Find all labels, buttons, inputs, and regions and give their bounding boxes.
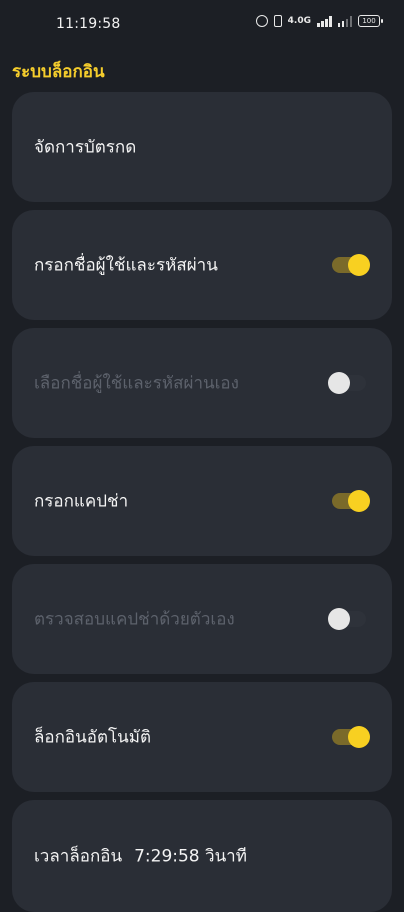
status-icons: 4.0G 100 — [255, 15, 383, 27]
login-time-row[interactable]: เวลาล็อกอิน 7:29:58 วินาที — [12, 800, 392, 912]
status-bar: 11:19:58 4.0G 100 — [0, 0, 404, 52]
alarm-icon — [255, 15, 268, 27]
fill-captcha-row[interactable]: กรอกแคปช่า — [12, 446, 392, 556]
fill-captcha-toggle[interactable] — [332, 490, 370, 512]
choose-credentials-toggle[interactable] — [328, 372, 366, 394]
auto-login-label: ล็อกอินอัตโนมัติ — [34, 727, 151, 748]
vibrate-icon — [273, 15, 282, 27]
toggle-knob — [348, 254, 370, 276]
verify-captcha-row[interactable]: ตรวจสอบแคปช่าด้วยตัวเอง — [12, 564, 392, 674]
manage-card-label: จัดการบัตรกด — [34, 137, 137, 158]
choose-credentials-label: เลือกชื่อผู้ใช้และรหัสผ่านเอง — [34, 373, 239, 394]
login-time-value: 7:29:58 วินาที — [134, 846, 247, 867]
signal-icon-2 — [337, 15, 352, 27]
login-time-text: เวลาล็อกอิน 7:29:58 วินาที — [34, 843, 247, 870]
page-title: ระบบล็อกอิน — [12, 62, 105, 82]
auto-login-toggle[interactable] — [332, 726, 370, 748]
signal-icon — [317, 15, 332, 27]
toggle-knob — [348, 726, 370, 748]
toggle-knob — [348, 490, 370, 512]
choose-credentials-row[interactable]: เลือกชื่อผู้ใช้และรหัสผ่านเอง — [12, 328, 392, 438]
verify-captcha-label: ตรวจสอบแคปช่าด้วยตัวเอง — [34, 609, 235, 630]
toggle-knob — [328, 608, 350, 630]
auto-login-row[interactable]: ล็อกอินอัตโนมัติ — [12, 682, 392, 792]
login-time-label: เวลาล็อกอิน — [34, 846, 123, 867]
status-time: 11:19:58 — [56, 16, 121, 32]
toggle-knob — [328, 372, 350, 394]
fill-credentials-label: กรอกชื่อผู้ใช้และรหัสผ่าน — [34, 255, 218, 276]
fill-captcha-label: กรอกแคปช่า — [34, 491, 129, 512]
battery-icon: 100 — [358, 15, 383, 27]
network-type: 4.0G — [287, 15, 311, 26]
fill-credentials-row[interactable]: กรอกชื่อผู้ใช้และรหัสผ่าน — [12, 210, 392, 320]
fill-credentials-toggle[interactable] — [332, 254, 370, 276]
manage-card-item[interactable]: จัดการบัตรกด — [12, 92, 392, 202]
verify-captcha-toggle[interactable] — [328, 608, 366, 630]
